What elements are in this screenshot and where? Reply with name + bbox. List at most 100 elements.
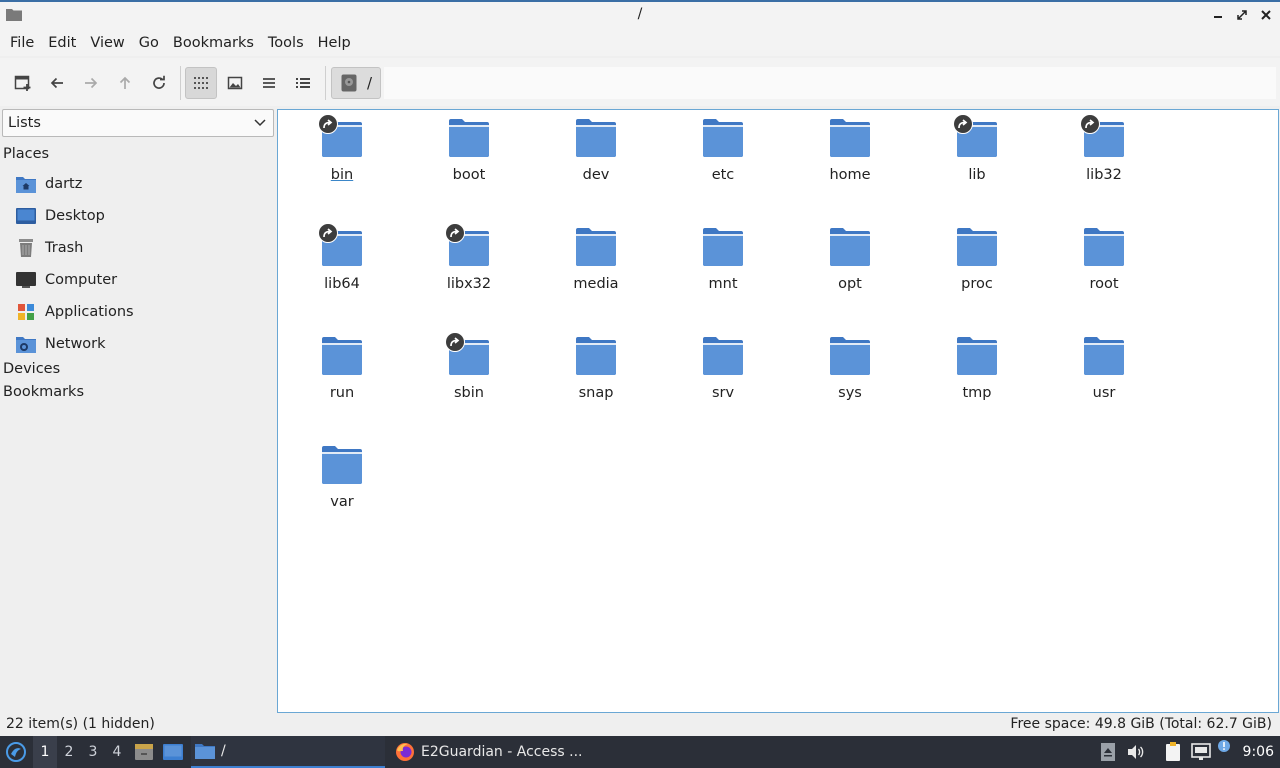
back-button[interactable] xyxy=(41,67,73,99)
folder-icon xyxy=(829,227,871,267)
symlink-icon xyxy=(318,114,338,134)
sidebar-item-home[interactable]: dartz xyxy=(16,171,274,197)
back-icon xyxy=(50,77,63,89)
file-item[interactable]: lib64 xyxy=(287,219,397,299)
close-icon xyxy=(1261,10,1271,20)
file-item[interactable]: bin xyxy=(287,110,397,190)
icon-view-button[interactable] xyxy=(185,67,217,99)
workspace-3[interactable]: 3 xyxy=(81,736,105,768)
computer-icon xyxy=(16,272,36,288)
file-item[interactable]: dev xyxy=(541,110,651,190)
file-item[interactable]: proc xyxy=(922,219,1032,299)
folder-icon xyxy=(702,336,744,376)
tray-volume[interactable] xyxy=(1125,736,1147,768)
menu-edit[interactable]: Edit xyxy=(41,35,83,51)
volume-icon xyxy=(1128,745,1144,759)
folder-icon xyxy=(318,114,363,158)
free-space: Free space: 49.8 GiB (Total: 62.7 GiB) xyxy=(1010,716,1272,732)
file-name: mnt xyxy=(708,276,738,292)
file-item[interactable]: home xyxy=(795,110,905,190)
menu-tools[interactable]: Tools xyxy=(261,35,311,51)
file-name: dev xyxy=(582,167,610,183)
file-name: sys xyxy=(838,385,862,401)
workspace-2[interactable]: 2 xyxy=(57,736,81,768)
file-grid: bin boot dev etc home lib lib32 lib64 libx32 medi… xyxy=(278,110,1278,712)
new-window-button[interactable] xyxy=(7,67,39,99)
close-button[interactable] xyxy=(1258,6,1274,24)
file-item[interactable]: var xyxy=(287,437,397,517)
menu-go[interactable]: Go xyxy=(132,35,166,51)
file-item[interactable]: sys xyxy=(795,328,905,408)
file-item[interactable]: opt xyxy=(795,219,905,299)
sidebar-item-computer[interactable]: Computer xyxy=(16,267,274,293)
file-item[interactable]: snap xyxy=(541,328,651,408)
tray-updates[interactable] xyxy=(1098,736,1118,768)
file-item[interactable]: root xyxy=(1049,219,1159,299)
maximize-icon xyxy=(1237,10,1247,20)
chevron-down-icon xyxy=(254,119,266,127)
start-menu-button[interactable] xyxy=(2,736,30,768)
taskbar-task-file-manager[interactable]: / xyxy=(191,736,385,768)
status-bar: 22 item(s) (1 hidden) Free space: 49.8 G… xyxy=(0,714,1280,736)
menu-file[interactable]: File xyxy=(3,35,41,51)
side-pane-mode-value: Lists xyxy=(8,115,41,131)
thumbnail-view-button[interactable] xyxy=(219,67,251,99)
file-item[interactable]: usr xyxy=(1049,328,1159,408)
detailed-list-button[interactable] xyxy=(287,67,319,99)
compact-view-button[interactable] xyxy=(253,67,285,99)
menu-bookmarks[interactable]: Bookmarks xyxy=(166,35,261,51)
tray-clipboard[interactable] xyxy=(1162,736,1184,768)
folder-icon xyxy=(195,744,215,759)
file-name: snap xyxy=(578,385,614,401)
forward-button[interactable] xyxy=(75,67,107,99)
workspace-1[interactable]: 1 xyxy=(33,736,57,768)
places-heading[interactable]: Places xyxy=(3,146,49,162)
symlink-icon xyxy=(445,223,465,243)
clock[interactable]: 9:06 xyxy=(1243,736,1274,768)
quicklaunch-file-manager[interactable] xyxy=(133,736,155,768)
file-item[interactable]: lib32 xyxy=(1049,110,1159,190)
path-button-root[interactable]: / xyxy=(331,67,381,99)
sidebar-item-trash[interactable]: Trash xyxy=(16,235,274,261)
file-view[interactable]: bin boot dev etc home lib lib32 lib64 libx32 medi… xyxy=(277,109,1279,713)
file-item[interactable]: run xyxy=(287,328,397,408)
maximize-button[interactable] xyxy=(1234,6,1250,24)
file-item[interactable]: mnt xyxy=(668,219,778,299)
path-bar-area[interactable] xyxy=(384,67,1276,99)
clipboard-icon xyxy=(1166,742,1180,761)
tray-notification[interactable] xyxy=(1216,736,1232,768)
file-item[interactable]: srv xyxy=(668,328,778,408)
file-item[interactable]: sbin xyxy=(414,328,524,408)
file-item[interactable]: media xyxy=(541,219,651,299)
file-item[interactable]: etc xyxy=(668,110,778,190)
side-pane-mode-select[interactable]: Lists xyxy=(2,109,274,137)
tray-network[interactable] xyxy=(1189,736,1213,768)
workspace-4[interactable]: 4 xyxy=(105,736,129,768)
folder-icon xyxy=(445,332,490,376)
sidebar-item-desktop[interactable]: Desktop xyxy=(16,203,274,229)
folder-icon xyxy=(575,336,617,376)
bookmarks-heading[interactable]: Bookmarks xyxy=(3,384,84,400)
sidebar-item-applications[interactable]: Applications xyxy=(16,299,274,325)
sidebar-item-network[interactable]: Network xyxy=(16,331,274,357)
file-name: lib xyxy=(968,167,986,183)
detailed-list-icon xyxy=(296,78,310,88)
taskbar-task-firefox[interactable]: E2Guardian - Access ... xyxy=(393,736,593,768)
folder-icon xyxy=(1080,114,1125,158)
devices-heading[interactable]: Devices xyxy=(3,361,60,377)
up-button[interactable] xyxy=(109,67,141,99)
symlink-icon xyxy=(445,332,465,352)
menu-view[interactable]: View xyxy=(83,35,131,51)
minimize-button[interactable] xyxy=(1210,6,1226,24)
file-item[interactable]: tmp xyxy=(922,328,1032,408)
file-item[interactable]: lib xyxy=(922,110,1032,190)
reload-button[interactable] xyxy=(143,67,175,99)
menu-help[interactable]: Help xyxy=(311,35,358,51)
folder-icon xyxy=(702,227,744,267)
file-item[interactable]: libx32 xyxy=(414,219,524,299)
drive-icon xyxy=(341,74,357,92)
file-item[interactable]: boot xyxy=(414,110,524,190)
quicklaunch-show-desktop[interactable] xyxy=(161,736,185,768)
trash-icon xyxy=(19,239,33,257)
symlink-icon xyxy=(318,223,338,243)
